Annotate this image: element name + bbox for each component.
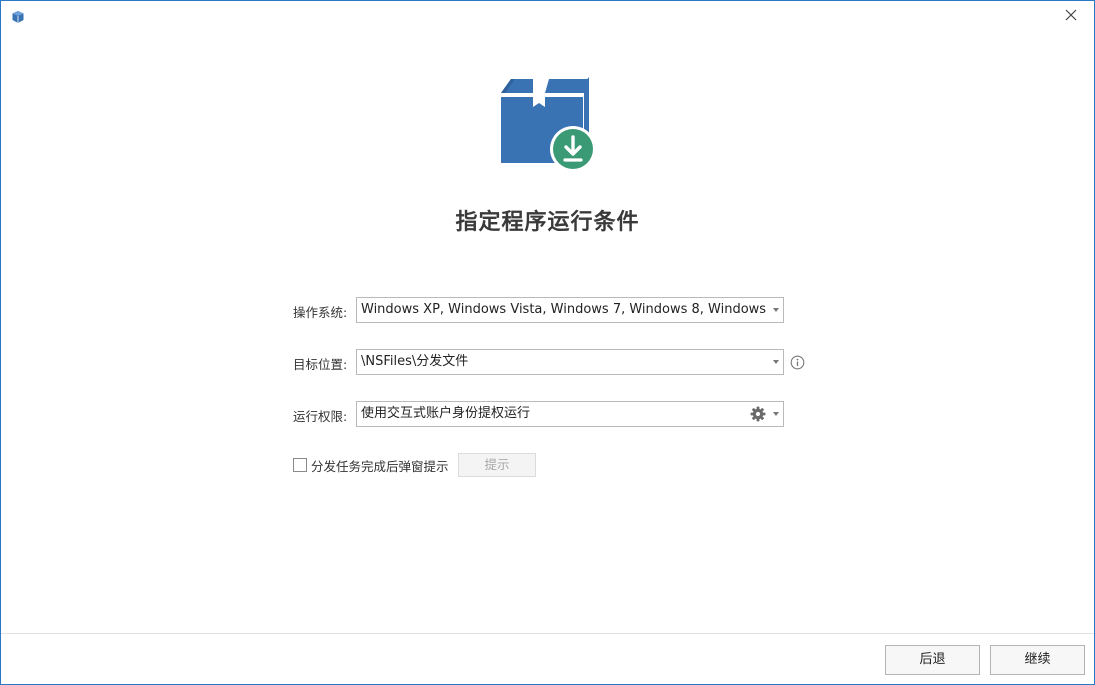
privilege-label: 运行权限:	[293, 409, 348, 424]
package-icon	[11, 10, 25, 24]
close-button[interactable]	[1048, 1, 1094, 33]
os-label: 操作系统:	[293, 305, 348, 320]
target-select[interactable]: \NSFiles\分发文件	[356, 349, 784, 375]
popup-checkbox-label: 分发任务完成后弹窗提示	[311, 458, 449, 474]
chevron-down-icon	[773, 308, 779, 312]
gear-icon[interactable]	[750, 406, 766, 422]
popup-checkbox[interactable]	[293, 458, 307, 472]
continue-button[interactable]: 继续	[990, 645, 1085, 675]
os-value: Windows XP, Windows Vista, Windows 7, Wi…	[361, 302, 766, 317]
footer-divider	[1, 633, 1094, 634]
chevron-down-icon	[773, 412, 779, 416]
package-download-icon	[495, 73, 599, 173]
installer-window: 指定程序运行条件 操作系统: Windows XP, Windows Vista…	[0, 0, 1095, 685]
close-icon	[1065, 9, 1077, 25]
os-select[interactable]: Windows XP, Windows Vista, Windows 7, Wi…	[356, 297, 784, 323]
popup-checkbox-row[interactable]: 分发任务完成后弹窗提示	[293, 457, 449, 474]
target-value: \NSFiles\分发文件	[361, 354, 469, 369]
target-label: 目标位置:	[293, 357, 348, 372]
back-button[interactable]: 后退	[885, 645, 980, 675]
page-title: 指定程序运行条件	[455, 210, 640, 235]
hint-button[interactable]: 提示	[458, 453, 536, 477]
chevron-down-icon	[773, 360, 779, 364]
privilege-value: 使用交互式账户身份提权运行	[361, 406, 531, 421]
privilege-select[interactable]: 使用交互式账户身份提权运行	[356, 401, 784, 427]
title-bar	[1, 1, 1094, 33]
info-icon[interactable]	[790, 355, 805, 370]
